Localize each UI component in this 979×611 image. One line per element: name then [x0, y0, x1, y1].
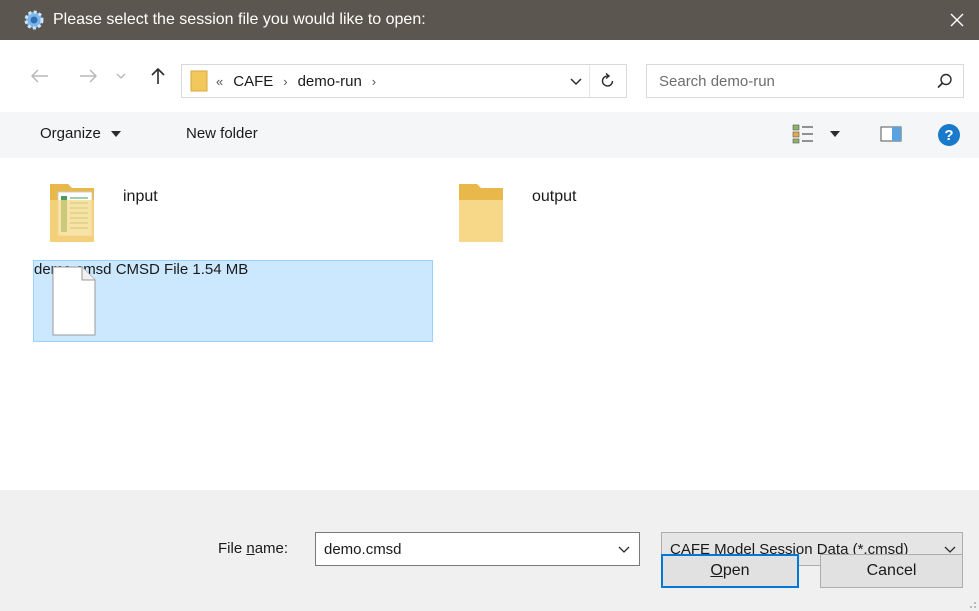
change-view-button[interactable] [792, 124, 840, 144]
chevron-down-icon[interactable] [618, 541, 630, 557]
command-toolbar: Organize New folder ? [0, 112, 979, 158]
recent-dropdown-icon [116, 73, 126, 79]
forward-button[interactable] [76, 64, 100, 88]
breadcrumb-separator[interactable]: › [283, 74, 287, 89]
new-folder-button[interactable]: New folder [186, 125, 258, 142]
file-list-view[interactable]: input output demo.cmsd CMSD File 1.54 MB [0, 158, 979, 488]
refresh-button[interactable] [589, 65, 626, 97]
up-button[interactable] [146, 64, 170, 88]
recent-locations-button[interactable] [113, 64, 129, 88]
file-item-demo-cmsd[interactable]: demo.cmsd CMSD File 1.54 MB [33, 260, 433, 342]
organize-menu[interactable]: Organize [40, 125, 122, 142]
search-icon[interactable] [937, 73, 953, 89]
search-box[interactable]: Search demo-run [646, 64, 964, 98]
generic-file-icon [52, 266, 96, 336]
close-icon [950, 13, 964, 27]
preview-pane-button[interactable] [880, 126, 902, 146]
folder-small-icon [190, 70, 208, 92]
refresh-icon [601, 73, 614, 87]
folder-with-files-icon [50, 184, 94, 242]
address-bar[interactable]: « CAFE › demo-run › [181, 64, 627, 98]
up-arrow-icon [151, 67, 165, 84]
view-dropdown-icon [830, 131, 840, 137]
organize-dropdown-icon [111, 131, 122, 137]
folder-name: output [532, 188, 577, 205]
breadcrumb-separator[interactable]: › [372, 74, 376, 89]
resize-grip-icon[interactable] [967, 599, 977, 609]
back-arrow-icon [31, 69, 48, 83]
view-options-icon [792, 124, 813, 144]
breadcrumb-item-cafe[interactable]: CAFE [233, 73, 273, 90]
close-button[interactable] [945, 8, 969, 32]
forward-arrow-icon [80, 69, 97, 83]
folder-item-output[interactable]: output [457, 180, 797, 250]
back-button[interactable] [28, 64, 52, 88]
file-name-combobox[interactable]: demo.cmsd [315, 532, 640, 566]
open-button[interactable]: Open [661, 554, 799, 588]
breadcrumb-overflow[interactable]: « [216, 74, 223, 89]
file-name-input[interactable]: demo.cmsd [324, 541, 402, 558]
title-bar: Please select the session file you would… [0, 0, 979, 40]
folder-item-input[interactable]: input [48, 180, 388, 250]
file-size: 1.54 MB [192, 261, 249, 278]
cancel-button[interactable]: Cancel [820, 554, 963, 588]
breadcrumb-item-demo-run[interactable]: demo-run [298, 73, 362, 90]
window-title: Please select the session file you would… [53, 11, 426, 28]
help-button[interactable]: ? [938, 124, 960, 146]
file-name-label: File name: [218, 540, 289, 557]
folder-name: input [123, 188, 158, 205]
preview-pane-icon [880, 126, 902, 142]
address-dropdown-icon[interactable] [570, 73, 582, 89]
bottom-panel: File name: demo.cmsd CAFE Model Session … [0, 490, 979, 611]
folder-icon [459, 184, 503, 242]
app-gear-icon [24, 10, 44, 30]
organize-label: Organize [40, 125, 101, 142]
help-icon: ? [944, 126, 954, 144]
search-placeholder: Search demo-run [659, 72, 775, 90]
file-type: CMSD File [115, 261, 189, 278]
